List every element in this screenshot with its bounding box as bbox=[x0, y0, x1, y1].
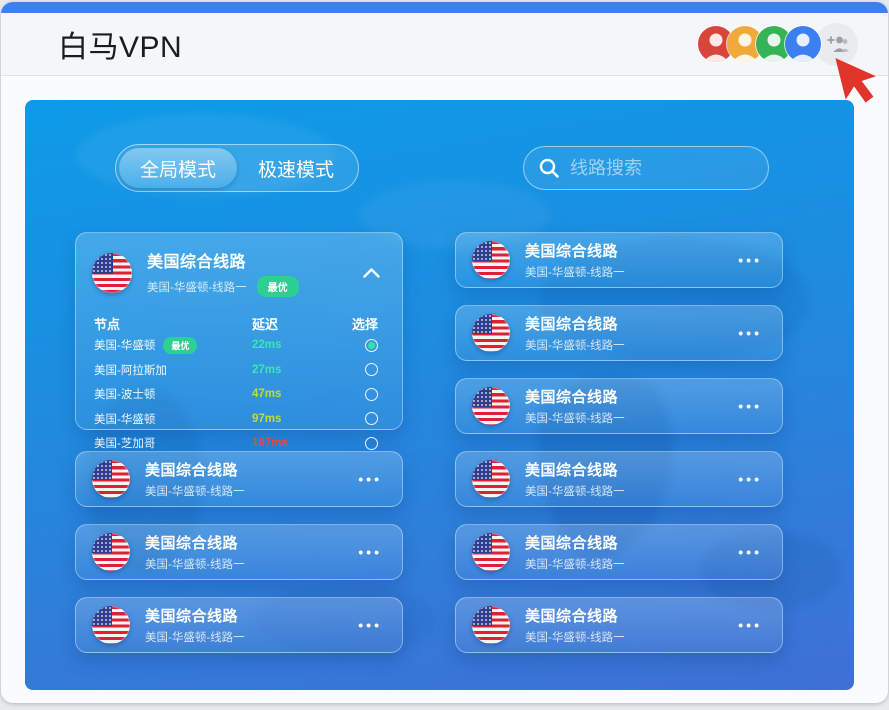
us-flag-icon bbox=[472, 606, 510, 644]
tab-speed-mode[interactable]: 极速模式 bbox=[237, 148, 355, 188]
more-options-button[interactable]: ••• bbox=[738, 252, 762, 268]
card-subtitle: 美国-华盛顿-线路一 bbox=[525, 486, 625, 498]
person-silhouette-icon bbox=[790, 33, 816, 62]
card-title: 美国综合线路 bbox=[525, 243, 619, 260]
card-subtitle: 美国-华盛顿-线路一 bbox=[525, 267, 625, 279]
column-latency: 延迟 bbox=[252, 316, 279, 332]
us-flag-icon bbox=[92, 606, 130, 644]
card-subtitle: 美国-华盛顿-线路一 bbox=[525, 413, 625, 425]
card-subtitle-row: 美国-华盛顿-线路一 最优 bbox=[147, 276, 348, 297]
right-column: 美国综合线路 美国-华盛顿-线路一 ••• 美国综合线路 美国-华盛顿-线路一 … bbox=[455, 232, 783, 670]
search-box[interactable] bbox=[523, 146, 769, 190]
more-options-button[interactable]: ••• bbox=[738, 471, 762, 487]
column-select: 选择 bbox=[351, 316, 378, 332]
node-latency: 97ms bbox=[252, 412, 282, 425]
left-column: 美国综合线路 美国-华盛顿-线路一 最优 节点 延迟 选择 美国-华盛顿 最优 … bbox=[75, 232, 403, 670]
card-title: 美国综合线路 bbox=[525, 535, 619, 552]
line-card[interactable]: 美国综合线路 美国-华盛顿-线路一 ••• bbox=[455, 451, 783, 507]
node-radio[interactable] bbox=[365, 363, 378, 377]
app-title: 白马VPN bbox=[58, 31, 183, 64]
card-title: 美国综合线路 bbox=[147, 254, 247, 271]
best-badge: 最优 bbox=[256, 276, 299, 297]
card-subtitle: 美国-华盛顿-线路一 bbox=[525, 559, 625, 571]
card-title: 美国综合线路 bbox=[525, 608, 619, 625]
us-flag-icon bbox=[472, 533, 510, 571]
node-latency: 47ms bbox=[252, 388, 282, 401]
collapse-chevron-up-icon[interactable] bbox=[363, 267, 380, 278]
line-card[interactable]: 美国综合线路 美国-华盛顿-线路一 ••• bbox=[455, 524, 783, 580]
line-card[interactable]: 美国综合线路 美国-华盛顿-线路一 ••• bbox=[455, 305, 783, 361]
more-options-button[interactable]: ••• bbox=[738, 544, 762, 560]
node-latency: 27ms bbox=[252, 363, 282, 376]
card-title: 美国综合线路 bbox=[145, 535, 239, 552]
line-card[interactable]: 美国综合线路 美国-华盛顿-线路一 ••• bbox=[75, 451, 403, 507]
node-name: 美国-华盛顿 bbox=[94, 413, 156, 426]
node-latency: 22ms bbox=[252, 339, 282, 352]
line-card[interactable]: 美国综合线路 美国-华盛顿-线路一 ••• bbox=[455, 597, 783, 653]
more-options-button[interactable]: ••• bbox=[358, 471, 382, 487]
node-row[interactable]: 美国-华盛顿 最优 22ms bbox=[76, 333, 402, 358]
node-row[interactable]: 美国-波士顿 47ms bbox=[76, 382, 402, 407]
node-name: 美国-波士顿 bbox=[94, 389, 156, 402]
us-flag-icon bbox=[472, 387, 510, 425]
mode-tabs: 全局模式 极速模式 bbox=[115, 144, 360, 192]
node-radio[interactable] bbox=[365, 412, 378, 426]
node-name: 美国-华盛顿 bbox=[94, 340, 156, 353]
node-latency: 197ms bbox=[252, 437, 288, 450]
more-options-button[interactable]: ••• bbox=[738, 617, 762, 633]
more-options-button[interactable]: ••• bbox=[738, 325, 762, 341]
card-subtitle: 美国-华盛顿-线路一 bbox=[145, 559, 245, 571]
card-title: 美国综合线路 bbox=[525, 389, 619, 406]
node-table-header: 节点 延迟 选择 bbox=[76, 313, 402, 333]
line-card[interactable]: 美国综合线路 美国-华盛顿-线路一 ••• bbox=[75, 524, 403, 580]
us-flag-icon bbox=[472, 241, 510, 279]
us-flag-icon bbox=[92, 533, 130, 571]
node-name: 美国-芝加哥 bbox=[94, 438, 156, 451]
us-flag-icon bbox=[92, 460, 130, 498]
vpn-panel: 全局模式 极速模式 美国综合线路 美国-华 bbox=[25, 100, 854, 690]
node-radio[interactable] bbox=[365, 436, 378, 450]
best-badge: 最优 bbox=[163, 336, 198, 354]
desktop-background: 白马VPN 全局模式 极速模式 线路搜索 美国综合线路 美国-华盛顿-线路一 最… bbox=[0, 0, 889, 710]
search-input[interactable] bbox=[570, 157, 754, 179]
card-subtitle: 美国-华盛顿-线路一 bbox=[525, 632, 625, 644]
add-people-icon bbox=[826, 36, 849, 52]
tab-global-mode[interactable]: 全局模式 bbox=[119, 148, 238, 188]
app-header: 白马VPN bbox=[1, 13, 888, 76]
card-title: 美国综合线路 bbox=[525, 316, 619, 333]
card-info: 美国综合线路 美国-华盛顿-线路一 最优 bbox=[147, 248, 348, 297]
node-radio[interactable] bbox=[365, 387, 378, 401]
card-subtitle: 美国-华盛顿-线路一 bbox=[147, 281, 247, 294]
node-radio-selected[interactable] bbox=[365, 338, 378, 352]
card-subtitle: 美国-华盛顿-线路一 bbox=[145, 486, 245, 498]
more-options-button[interactable]: ••• bbox=[738, 398, 762, 414]
card-title: 美国综合线路 bbox=[145, 462, 239, 479]
column-node: 节点 bbox=[94, 316, 121, 332]
us-flag-icon bbox=[472, 314, 510, 352]
node-row[interactable]: 美国-华盛顿 97ms bbox=[76, 407, 402, 432]
card-subtitle: 美国-华盛顿-线路一 bbox=[145, 632, 245, 644]
card-title: 美国综合线路 bbox=[145, 608, 239, 625]
expanded-card-header[interactable]: 美国综合线路 美国-华盛顿-线路一 最优 bbox=[76, 233, 402, 297]
card-title: 美国综合线路 bbox=[525, 462, 619, 479]
line-card[interactable]: 美国综合线路 美国-华盛顿-线路一 ••• bbox=[75, 597, 403, 653]
window-accent-bar bbox=[1, 2, 888, 13]
add-people-button[interactable] bbox=[815, 22, 858, 66]
avatar-user-4[interactable] bbox=[785, 26, 821, 62]
line-card[interactable]: 美国综合线路 美国-华盛顿-线路一 ••• bbox=[455, 378, 783, 434]
node-row[interactable]: 美国-阿拉斯加 27ms bbox=[76, 358, 402, 383]
us-flag-icon bbox=[472, 460, 510, 498]
avatar-group bbox=[698, 22, 858, 66]
more-options-button[interactable]: ••• bbox=[358, 544, 382, 560]
search-icon bbox=[539, 158, 559, 178]
line-card[interactable]: 美国综合线路 美国-华盛顿-线路一 ••• bbox=[455, 232, 783, 288]
line-card-expanded: 美国综合线路 美国-华盛顿-线路一 最优 节点 延迟 选择 美国-华盛顿 最优 … bbox=[75, 232, 403, 450]
node-name: 美国-阿拉斯加 bbox=[94, 364, 167, 377]
card-subtitle: 美国-华盛顿-线路一 bbox=[525, 340, 625, 352]
app-window: 白马VPN 全局模式 极速模式 线路搜索 美国综合线路 美国-华盛顿-线路一 最… bbox=[1, 2, 888, 703]
us-flag-icon bbox=[92, 252, 132, 293]
more-options-button[interactable]: ••• bbox=[358, 617, 382, 633]
